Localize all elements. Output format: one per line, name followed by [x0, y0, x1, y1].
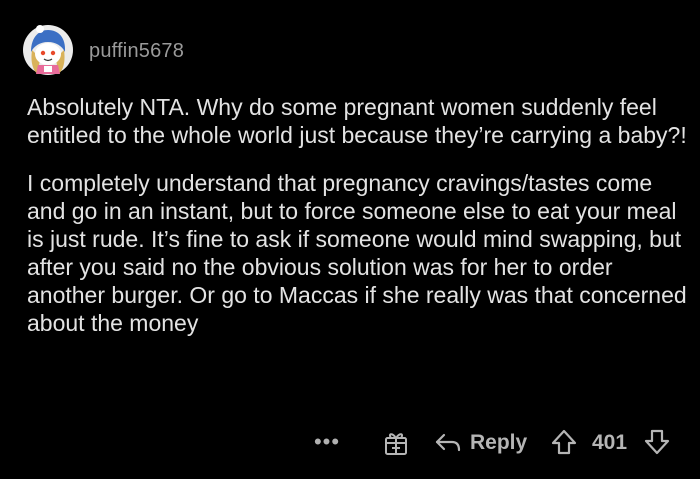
more-options-button[interactable]: •••	[312, 427, 342, 457]
downvote-arrow-icon	[644, 429, 670, 455]
vote-score: 401	[592, 431, 628, 454]
comment-paragraph: Absolutely NTA. Why do some pregnant wom…	[27, 94, 687, 148]
comment-body: Absolutely NTA. Why do some pregnant wom…	[27, 93, 687, 337]
comment: puffin5678 Absolutely NTA. Why do some p…	[0, 0, 700, 479]
downvote-button[interactable]	[643, 428, 671, 456]
more-options-icon: •••	[313, 429, 341, 454]
upvote-arrow-icon	[551, 429, 577, 455]
award-icon	[385, 433, 407, 455]
comment-paragraph: I completely understand that pregnancy c…	[27, 170, 687, 336]
snoo-avatar-icon	[23, 25, 73, 75]
reply-button[interactable]: Reply	[434, 427, 527, 459]
reply-arrow-icon	[435, 433, 461, 452]
award-button[interactable]	[382, 429, 410, 457]
upvote-button[interactable]	[550, 428, 578, 456]
username[interactable]: puffin5678	[89, 40, 184, 63]
comment-action-bar: ••• Reply 401	[0, 425, 700, 461]
user-avatar[interactable]	[22, 24, 74, 76]
reply-label: Reply	[470, 431, 528, 454]
